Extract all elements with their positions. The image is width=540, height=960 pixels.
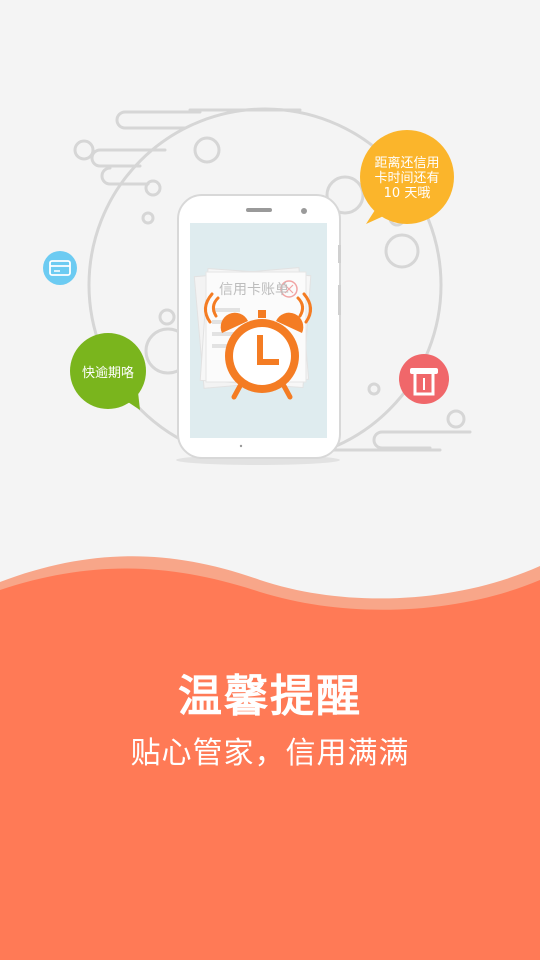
reminder-line-2: 卡时间还有 xyxy=(374,171,439,186)
overdue-bubble: 快逾期咯 xyxy=(70,333,146,410)
overdue-label: 快逾期咯 xyxy=(82,366,134,381)
bill-label: 信用卡账单 xyxy=(219,282,289,298)
reminder-line-3: 10 天哦 xyxy=(384,186,431,201)
onboarding-illustration: 信用卡账单 距离还信用 卡时间还有 10 天哦 快逾期咯 xyxy=(43,107,472,465)
atm-icon xyxy=(399,354,449,404)
banner-subtitle: 贴心管家，信用满满 xyxy=(130,736,410,771)
reminder-line-1: 距离还信用 xyxy=(374,155,439,171)
banner-title: 温馨提醒 xyxy=(178,671,362,722)
card-icon xyxy=(43,251,77,285)
reminder-bubble: 距离还信用 卡时间还有 10 天哦 xyxy=(360,130,454,224)
